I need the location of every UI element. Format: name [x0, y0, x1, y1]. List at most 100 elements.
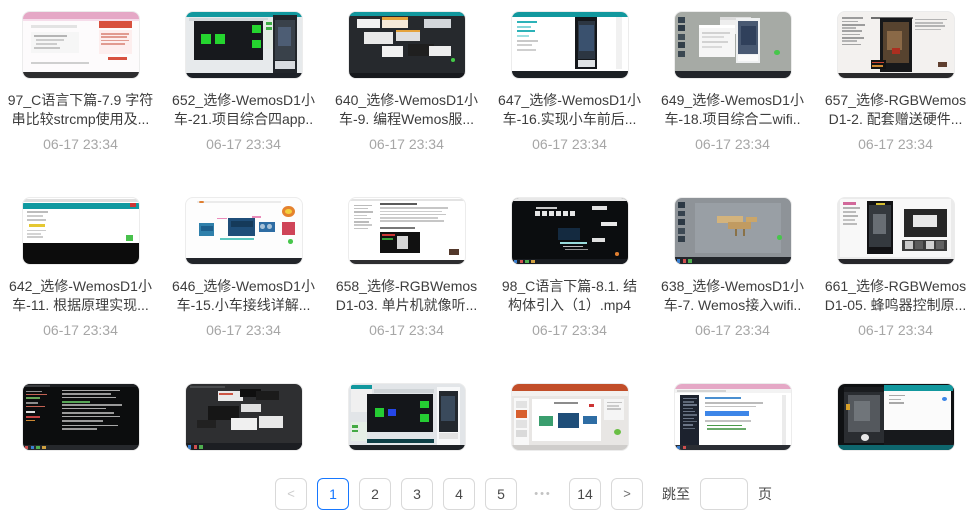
pages-ellipsis[interactable]: ••• — [527, 478, 559, 510]
thumbnail-detail — [252, 216, 261, 217]
thumbnail-detail — [29, 224, 44, 227]
thumbnail-detail — [677, 259, 680, 263]
video-item[interactable] — [333, 383, 480, 451]
page-button-1[interactable]: 1 — [317, 478, 349, 510]
thumbnail-detail — [678, 219, 685, 225]
video-item[interactable]: 646_选修-WemosD1小车-15.小车接线详解...06-17 23:34 — [170, 197, 317, 339]
thumbnail-detail — [186, 258, 302, 264]
thumbnail-detail — [579, 25, 594, 51]
video-title: 97_C语言下篇-7.9 字符串比较strcmp使用及... — [7, 91, 154, 129]
thumbnail-detail — [354, 221, 369, 223]
thumbnail-detail — [616, 17, 622, 70]
video-item[interactable]: 661_选修-RGBWemos D1-05. 蜂鸣器控制原...06-17 23… — [822, 197, 969, 339]
video-item[interactable]: 647_选修-WemosD1小车-16.实现小车前后...06-17 23:34 — [496, 11, 643, 153]
video-item[interactable] — [496, 383, 643, 451]
thumbnail-detail — [677, 446, 680, 449]
powerpoint-slide-boards-thumbnail[interactable] — [511, 383, 629, 451]
thumbnail-detail — [843, 219, 855, 221]
thumbnail-detail — [683, 424, 693, 425]
arduino-ide-green-squares-phone-thumbnail[interactable] — [185, 11, 303, 79]
arduino-green-blue-squares-phone-thumbnail[interactable] — [348, 383, 466, 451]
dark-terminal-code-thumbnail[interactable] — [22, 383, 140, 451]
thumbnail-detail — [352, 425, 358, 428]
thumbnail-detail — [615, 252, 620, 256]
doc-page-with-video-thumbnail[interactable] — [348, 197, 466, 265]
thumbnail-detail — [397, 236, 407, 249]
thumbnail-detail — [516, 430, 526, 437]
dark-mindmap-desktop-thumbnail[interactable] — [511, 197, 629, 265]
doc-page-with-phone-thumbnail[interactable] — [511, 11, 629, 79]
thumbnail-detail — [683, 446, 686, 449]
phone-camera-arduino-window-thumbnail[interactable] — [837, 383, 955, 451]
thumbnail-detail — [266, 22, 273, 25]
video-item[interactable] — [659, 383, 806, 451]
slide-wiring-diagram-thumbnail[interactable] — [185, 197, 303, 265]
video-item[interactable]: 97_C语言下篇-7.9 字符串比较strcmp使用及...06-17 23:3… — [7, 11, 154, 153]
thumbnail-detail — [364, 32, 393, 44]
doc-dark-phone-hand-thumbnail[interactable] — [837, 11, 955, 79]
page-button-2[interactable]: 2 — [359, 478, 391, 510]
thumbnail-detail — [705, 402, 763, 404]
thumbnail-detail — [531, 260, 534, 263]
thumbnail-detail — [420, 414, 428, 421]
thumbnail-detail — [23, 199, 139, 202]
thumbnail-detail — [884, 430, 954, 445]
thumbnail-detail — [512, 384, 628, 391]
browser-doc-code-screenshot-thumbnail[interactable] — [22, 11, 140, 79]
video-title: 640_选修-WemosD1小车-9. 编程Wemos服... — [333, 91, 480, 129]
page-phone-and-slides-thumbnail[interactable] — [837, 197, 955, 265]
video-item[interactable] — [170, 383, 317, 451]
video-date: 06-17 23:34 — [496, 136, 643, 153]
thumbnail-detail — [512, 445, 628, 450]
page-button-14[interactable]: 14 — [569, 478, 601, 510]
thumbnail-detail — [420, 401, 428, 408]
thumbnail-detail — [578, 60, 595, 67]
thumbnail-detail — [675, 71, 791, 78]
thumbnail-detail — [702, 46, 722, 48]
thumbnail-detail — [516, 420, 526, 427]
video-item[interactable]: 657_选修-RGBWemos D1-2. 配套赠送硬件...06-17 23:… — [822, 11, 969, 153]
thumbnail-detail — [683, 428, 696, 429]
thumbnail-detail — [260, 224, 265, 229]
desktop-origami-crane-wallpaper-thumbnail[interactable] — [674, 197, 792, 265]
desktop-dialogs-phone-thumbnail[interactable] — [674, 11, 792, 79]
thumbnail-detail — [678, 51, 685, 57]
thumbnail-detail — [374, 389, 434, 393]
video-date: 06-17 23:34 — [7, 322, 154, 339]
thumbnail-detail — [705, 406, 756, 408]
thumbnail-detail — [27, 230, 46, 232]
page-button-5[interactable]: 5 — [485, 478, 517, 510]
video-item[interactable]: 640_选修-WemosD1小车-9. 编程Wemos服...06-17 23:… — [333, 11, 480, 153]
thumbnail-detail — [62, 408, 106, 409]
thumbnail-detail — [62, 390, 120, 391]
thumbnail-detail — [199, 445, 202, 449]
thumbnail-detail — [101, 33, 129, 35]
video-item[interactable]: 638_选修-WemosD1小车-7. Wemos接入wifi..06-17 2… — [659, 197, 806, 339]
thumbnail-detail — [367, 439, 434, 442]
video-item[interactable]: 658_选修-RGBWemos D1-03. 单片机就像听...06-17 23… — [333, 197, 480, 339]
next-page-button[interactable]: > — [611, 478, 643, 510]
thumbnail-detail — [375, 408, 384, 417]
thumbnail-detail — [27, 215, 43, 217]
page-jump-input[interactable] — [700, 478, 748, 510]
thumbnail-detail — [517, 21, 537, 23]
page-button-4[interactable]: 4 — [443, 478, 475, 510]
arduino-ide-sketch-thumbnail[interactable] — [22, 197, 140, 265]
page-button-3[interactable]: 3 — [401, 478, 433, 510]
video-item[interactable]: 652_选修-WemosD1小车-21.项目综合四app..06-17 23:3… — [170, 11, 317, 153]
thumbnail-detail — [27, 233, 41, 235]
dark-desktop-gray-windows-thumbnail[interactable] — [185, 383, 303, 451]
docs-browser-dark-sidebar-thumbnail[interactable] — [674, 383, 792, 451]
thumbnail-detail — [558, 413, 579, 428]
thumbnail-detail — [889, 395, 905, 397]
video-item[interactable]: 642_选修-WemosD1小车-11. 根据原理实现...06-17 23:3… — [7, 197, 154, 339]
video-item[interactable] — [7, 383, 154, 451]
thumbnail-detail — [23, 72, 139, 78]
video-item[interactable] — [822, 383, 969, 451]
thumbnail-detail — [607, 405, 620, 407]
thumbnail-detail — [197, 201, 281, 204]
desktop-many-windows-thumbnail[interactable] — [348, 11, 466, 79]
thumbnail-detail — [517, 30, 534, 32]
video-item[interactable]: 649_选修-WemosD1小车-18.项目综合二wifi..06-17 23:… — [659, 11, 806, 153]
video-item[interactable]: 98_C语言下篇-8.1. 结构体引入（1）.mp406-17 23:34 — [496, 197, 643, 339]
